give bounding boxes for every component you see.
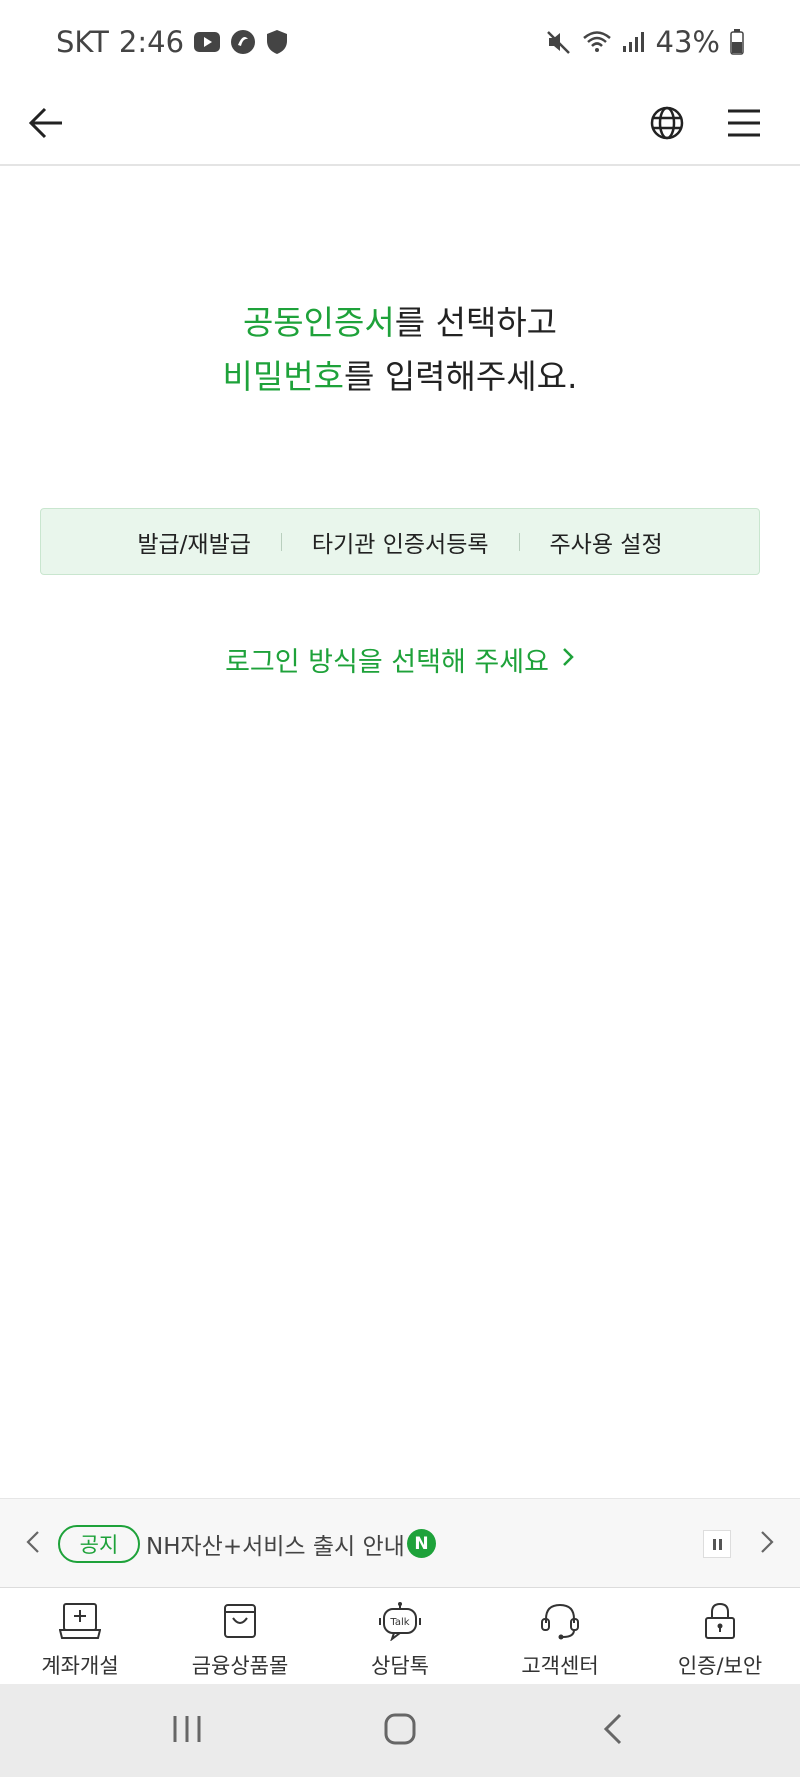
back-button[interactable]	[16, 95, 76, 155]
tab-account-open[interactable]: 계좌개설	[0, 1588, 160, 1684]
mute-icon	[546, 29, 572, 55]
signal-icon	[622, 31, 646, 53]
menu-button[interactable]	[714, 95, 774, 155]
battery-icon	[730, 29, 744, 55]
new-badge: N	[407, 1529, 436, 1558]
tab-consult-talk[interactable]: Talk 상담톡	[320, 1588, 480, 1684]
shield-icon	[266, 29, 288, 55]
notice-badge: 공지	[58, 1525, 140, 1563]
chevron-right-icon	[759, 1529, 775, 1559]
lock-icon	[698, 1600, 742, 1642]
tab-financial-mall[interactable]: 금융상품몰	[160, 1588, 320, 1684]
chevron-left-icon	[602, 1712, 624, 1750]
tab-label: 상담톡	[371, 1654, 429, 1678]
headline-line-2: 비밀번호를 입력해주세요.	[0, 350, 800, 404]
notice-prev-button[interactable]	[18, 1524, 48, 1564]
register-external-cert-button[interactable]: 타기관 인증서등록	[282, 525, 519, 559]
system-back-button[interactable]	[573, 1701, 653, 1761]
login-method-link[interactable]: 로그인 방식을 선택해 주세요	[0, 640, 800, 679]
system-nav-bar	[0, 1684, 800, 1777]
language-button[interactable]	[637, 95, 697, 155]
tab-label: 고객센터	[521, 1654, 599, 1678]
issue-reissue-button[interactable]: 발급/재발급	[107, 525, 281, 559]
headline-highlight-password: 비밀번호	[222, 357, 344, 396]
home-icon	[383, 1712, 417, 1750]
certificate-actions: 발급/재발급 타기관 인증서등록 주사용 설정	[40, 508, 760, 575]
notice-bar: 공지 NH자산+서비스 출시 안내 N	[0, 1498, 800, 1588]
headline-highlight-cert: 공동인증서	[242, 303, 395, 342]
recent-apps-icon	[170, 1714, 204, 1748]
tab-label: 금융상품몰	[191, 1654, 289, 1678]
chevron-left-icon	[25, 1529, 41, 1559]
headline-text-1: 를 선택하고	[394, 303, 558, 342]
carrier-label: SKT	[56, 25, 109, 59]
tab-label: 계좌개설	[41, 1654, 119, 1678]
pause-icon-bar	[712, 1538, 716, 1550]
arrow-left-icon	[28, 107, 64, 143]
status-left: SKT 2:46	[56, 25, 288, 59]
clock: 2:46	[118, 25, 185, 59]
login-method-label: 로그인 방식을 선택해 주세요	[225, 647, 549, 678]
tab-customer-center[interactable]: 고객센터	[480, 1588, 640, 1684]
bottom-tab-bar: 계좌개설 금융상품몰 Talk 상담톡 고객센터 인증/보안	[0, 1588, 800, 1684]
app-header	[0, 84, 800, 166]
notice-text[interactable]: NH자산+서비스 출시 안내	[146, 1527, 405, 1561]
pause-icon-bar	[718, 1538, 722, 1550]
battery-percent: 43%	[655, 25, 720, 59]
notice-pause-button[interactable]	[703, 1530, 731, 1558]
globe-icon	[649, 105, 685, 145]
svg-text:Talk: Talk	[389, 1617, 409, 1628]
status-right: 43%	[546, 25, 744, 59]
headline-line-1: 공동인증서를 선택하고	[0, 296, 800, 350]
headset-icon	[538, 1600, 582, 1642]
wifi-icon	[582, 30, 612, 54]
recent-apps-button[interactable]	[147, 1701, 227, 1761]
page-headline: 공동인증서를 선택하고 비밀번호를 입력해주세요.	[0, 296, 800, 404]
account-open-icon	[58, 1600, 102, 1642]
tab-auth-security[interactable]: 인증/보안	[640, 1588, 800, 1684]
tab-label: 인증/보안	[677, 1654, 763, 1678]
youtube-icon	[194, 32, 221, 52]
hamburger-icon	[726, 108, 762, 142]
shopping-bag-icon	[218, 1600, 262, 1642]
chevron-right-icon	[561, 644, 575, 675]
talk-icon: Talk	[378, 1600, 422, 1642]
primary-use-setting-button[interactable]: 주사용 설정	[520, 525, 693, 559]
home-button[interactable]	[360, 1701, 440, 1761]
status-bar: SKT 2:46 43%	[0, 0, 800, 84]
headline-text-2: 를 입력해주세요.	[343, 357, 578, 396]
app-notification-icon	[230, 29, 256, 55]
notice-next-button[interactable]	[752, 1524, 782, 1564]
